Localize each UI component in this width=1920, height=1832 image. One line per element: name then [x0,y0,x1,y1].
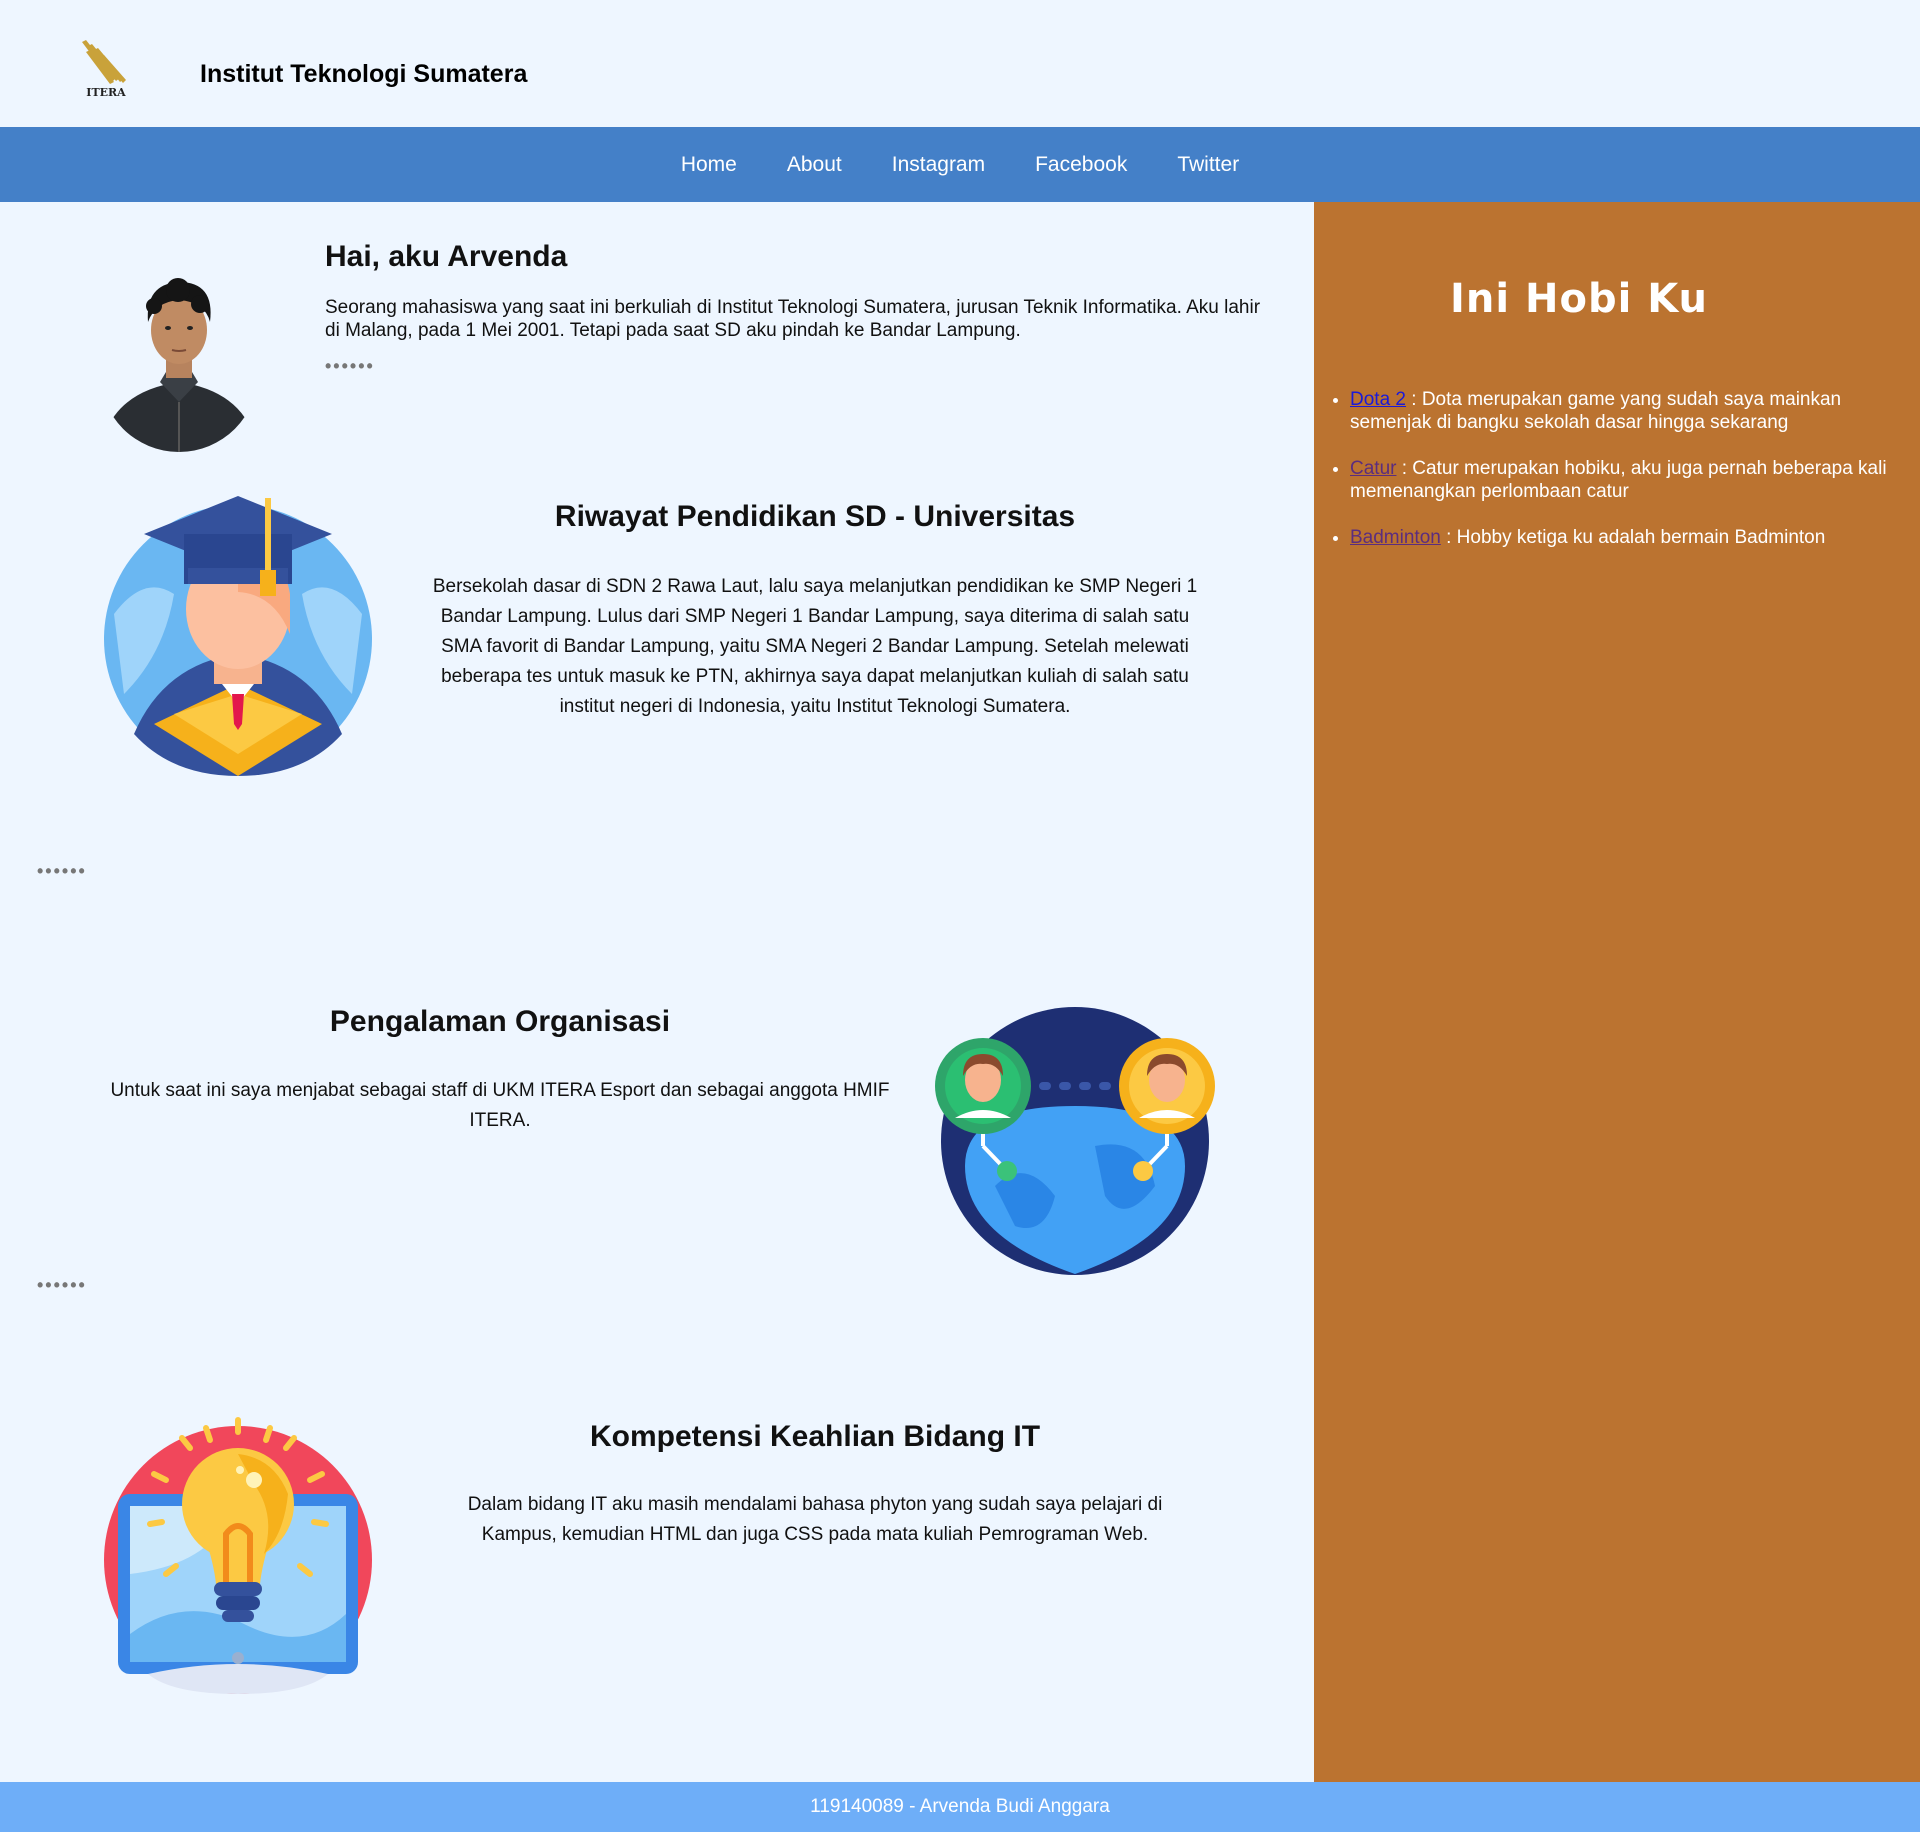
graduate-illustration [104,496,372,776]
intro-dots: •••••• [325,356,375,376]
hobby-list: Dota 2 : Dota merupakan game yang sudah … [1330,388,1890,572]
logo-text: ITERA [86,86,126,99]
hobby-desc: : Hobby ketiga ku adalah bermain Badmint… [1440,527,1826,548]
competence-text: Dalam bidang IT aku masih mendalami baha… [467,1494,1163,1545]
hobby-desc: : Catur merupakan hobiku, aku juga perna… [1350,458,1887,502]
hobby-item: Dota 2 : Dota merupakan game yang sudah … [1350,388,1890,434]
hobby-title: Ini Hobi Ku [1450,276,1708,322]
organization-title: Pengalaman Organisasi [329,1005,671,1038]
education-text: Bersekolah dasar di SDN 2 Rawa Laut, lal… [432,576,1198,717]
footer-text: 119140089 - Arvenda Budi Anggara [810,1796,1110,1817]
hobby-item: Catur : Catur merupakan hobiku, aku juga… [1350,457,1890,503]
profile-photo [100,272,258,452]
education-dots: •••••• [37,861,87,881]
nav-home[interactable]: Home [656,153,762,177]
site-header: ITERA Institut Teknologi Sumatera [0,0,1920,127]
hobby-link-catur[interactable]: Catur [1350,458,1396,479]
organization-text: Untuk saat ini saya menjabat sebagai sta… [110,1080,890,1131]
nav-about[interactable]: About [762,153,867,177]
education-title: Riwayat Pendidikan SD - Universitas [554,500,1076,533]
organization-dots: •••••• [37,1275,87,1295]
hobby-link-badminton[interactable]: Badminton [1350,527,1441,548]
site-footer: 119140089 - Arvenda Budi Anggara [0,1782,1920,1832]
hobby-link-dota2[interactable]: Dota 2 [1350,389,1406,410]
nav-instagram[interactable]: Instagram [867,153,1010,177]
main-navbar: Home About Instagram Facebook Twitter [0,127,1920,202]
lightbulb-illustration [104,1417,372,1694]
hobby-desc: : Dota merupakan game yang sudah saya ma… [1350,389,1842,433]
competence-title: Kompetensi Keahlian Bidang IT [589,1420,1041,1453]
nav-twitter[interactable]: Twitter [1152,153,1264,177]
intro-title: Hai, aku Arvenda [325,240,568,273]
site-title: Institut Teknologi Sumatera [200,60,528,88]
nav-facebook[interactable]: Facebook [1010,153,1152,177]
itera-logo: ITERA [82,40,126,99]
intro-text: Seorang mahasiswa yang saat ini berkulia… [325,297,1261,341]
network-illustration [935,1007,1215,1275]
hobby-item: Badminton : Hobby ketiga ku adalah berma… [1350,526,1890,549]
